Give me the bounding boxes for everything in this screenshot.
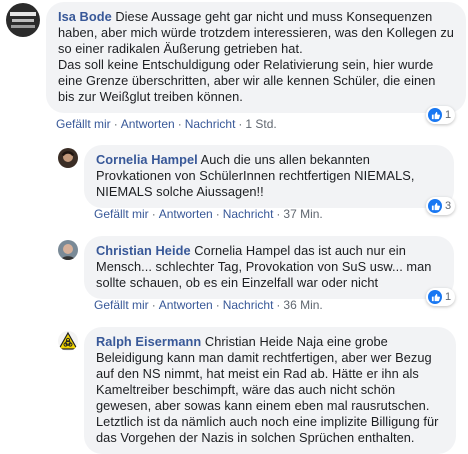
- comment-author[interactable]: Isa Bode: [58, 9, 112, 24]
- comment-author[interactable]: Christian Heide: [96, 243, 191, 258]
- avatar-image: [10, 12, 36, 28]
- like-icon: [428, 199, 442, 213]
- avatar[interactable]: [58, 331, 78, 351]
- comment-author[interactable]: Cornelia Hampel: [96, 152, 198, 167]
- message-link[interactable]: Nachricht: [223, 298, 274, 312]
- like-link[interactable]: Gefällt mir: [56, 117, 111, 131]
- message-link[interactable]: Nachricht: [223, 207, 274, 221]
- comment-bubble: Ralph Eisermann Christian Heide Naja ein…: [84, 327, 456, 454]
- comment-time[interactable]: 37 Min.: [283, 207, 322, 221]
- biohazard-icon: [58, 331, 78, 350]
- comment-text: Diese Aussage geht gar nicht und muss Ko…: [58, 9, 454, 56]
- reaction-count[interactable]: 1: [426, 106, 456, 124]
- reply-link[interactable]: Antworten: [159, 207, 213, 221]
- like-link[interactable]: Gefällt mir: [94, 298, 149, 312]
- like-icon: [428, 290, 442, 304]
- reaction-count[interactable]: 1: [426, 288, 456, 306]
- avatar[interactable]: [58, 148, 78, 168]
- reply-link[interactable]: Antworten: [159, 298, 213, 312]
- avatar[interactable]: [58, 240, 78, 260]
- avatar-image: [61, 244, 75, 260]
- avatar-image: [62, 151, 74, 162]
- comment-text-2: Das soll keine Entschuldigung oder Relat…: [58, 57, 436, 104]
- comment-author[interactable]: Ralph Eisermann: [96, 334, 201, 349]
- reply-link[interactable]: Antworten: [121, 117, 175, 131]
- like-icon: [428, 108, 442, 122]
- comment-actions: Gefällt mir · Antworten · Nachricht · 37 Min.: [94, 207, 323, 221]
- comment-actions: Gefällt mir · Antworten · Nachricht · 1 Std.: [56, 117, 277, 131]
- message-link[interactable]: Nachricht: [185, 117, 236, 131]
- comment-time[interactable]: 36 Min.: [283, 298, 322, 312]
- comment-bubble: Isa Bode Diese Aussage geht gar nicht un…: [46, 2, 466, 113]
- avatar[interactable]: [6, 3, 40, 37]
- comment-time[interactable]: 1 Std.: [245, 117, 276, 131]
- comment-bubble: Christian Heide Cornelia Hampel das ist …: [84, 236, 454, 299]
- reaction-count[interactable]: 3: [426, 197, 456, 215]
- comment-actions: Gefällt mir · Antworten · Nachricht · 36 Min.: [94, 298, 323, 312]
- comment-text: Christian Heide Naja eine grobe Beleidig…: [96, 334, 439, 445]
- comment-bubble: Cornelia Hampel Auch die uns allen bekan…: [84, 145, 454, 208]
- like-link[interactable]: Gefällt mir: [94, 207, 149, 221]
